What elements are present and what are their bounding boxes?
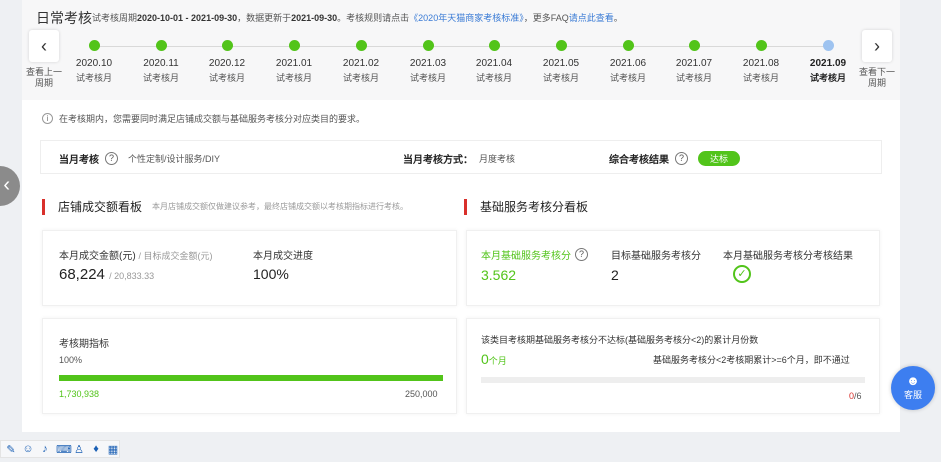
chevron-right-icon: › [874, 35, 880, 56]
period-indicator-label: 考核期指标 [59, 339, 109, 350]
timeline-month[interactable]: 2021.07 试考核月 [664, 40, 724, 84]
fail-count: 0个月 [481, 351, 507, 367]
timeline-month[interactable]: 2021.02 试考核月 [331, 40, 391, 84]
done-dot-icon [155, 40, 167, 51]
score-label: 本月基础服务考核分? [481, 247, 588, 262]
headset-icon: ☻ [906, 373, 920, 388]
page-title: 日常考核 [36, 10, 92, 26]
fail-rule-text: 基础服务考核分<2考核期累计>=6个月，即不通过 [653, 355, 850, 365]
timeline-month[interactable]: 2021.08 试考核月 [731, 40, 791, 84]
sales-monthly-card: 本月成交金额(元) / 目标成交金额(元) 68,224 / 20,833.33… [42, 230, 457, 306]
done-dot-icon [221, 40, 233, 51]
rules-link[interactable]: 《2020年天猫商家考核标准》 [409, 13, 524, 23]
period-target-value: 250,000 [405, 389, 438, 399]
customer-service-button[interactable]: ☻ 客服 [891, 366, 935, 410]
check-icon: ✓ [733, 265, 751, 283]
fail-fraction: 0/6 [849, 391, 862, 401]
status-badge: 达标 [698, 151, 741, 166]
period-info: 试考核周期2020-10-01 - 2021-09-30，数据更新于2021-0… [92, 13, 623, 23]
progress-label: 本月成交进度 [253, 251, 313, 262]
timeline-month-current[interactable]: 2021.09 试考核月 [798, 40, 858, 84]
notice: i 在考核期内，您需要同时满足店铺成交额与基础服务考核分对应类目的要求。 [42, 112, 365, 125]
done-dot-icon [422, 40, 434, 51]
sales-board-title: 店铺成交额看板 本月店铺成交额仅做建议参考，最终店铺成交额以考核期指标进行考核。 [42, 198, 408, 215]
timeline-month[interactable]: 2020.10 试考核月 [64, 40, 124, 84]
amount-value: 68,224 / 20,833.33 [59, 266, 155, 283]
overall-result: 综合考核结果 ? 达标 [609, 151, 741, 166]
faq-link[interactable]: 请点此查看 [569, 13, 614, 23]
timeline-month[interactable]: 2021.04 试考核月 [464, 40, 524, 84]
grid-icon[interactable]: ▦ [107, 443, 119, 456]
done-dot-icon [88, 40, 100, 51]
next-period-label[interactable]: 查看下一周期 [855, 67, 899, 89]
timeline-month[interactable]: 2020.12 试考核月 [197, 40, 257, 84]
assess-category: 当月考核 ? 个性定制/设计服务/DIY [59, 152, 221, 166]
score-value: 3.562 [481, 267, 517, 283]
target-score-label: 目标基础服务考核分 [611, 251, 701, 262]
service-board-title: 基础服务考核分看板 [464, 198, 588, 215]
fail-progress-bar [481, 377, 865, 383]
sales-period-card: 考核期指标 100% 1,730,938 250,000 [42, 318, 457, 414]
period-progress-bar [59, 375, 443, 381]
assess-method: 当月考核方式： 月度考核 [403, 154, 516, 166]
help-icon[interactable]: ? [575, 248, 588, 261]
timeline-header: 日常考核 试考核周期2020-10-01 - 2021-09-30，数据更新于2… [22, 0, 900, 100]
summary-bar: 当月考核 ? 个性定制/设计服务/DIY 当月考核方式： 月度考核 综合考核结果… [40, 140, 882, 174]
timeline-month[interactable]: 2021.03 试考核月 [398, 40, 458, 84]
done-dot-icon [488, 40, 500, 51]
prev-period-button[interactable]: ‹ [29, 30, 59, 62]
timeline-month[interactable]: 2021.05 试考核月 [531, 40, 591, 84]
input-mode-icon[interactable]: ✎ [5, 443, 17, 456]
done-dot-icon [555, 40, 567, 51]
user-icon[interactable]: ♙ [73, 443, 85, 456]
done-dot-icon [622, 40, 634, 51]
done-dot-icon [755, 40, 767, 51]
section-marker [464, 198, 467, 215]
chevron-left-icon: ‹ [3, 174, 10, 196]
skin-icon[interactable]: ♦ [90, 443, 102, 455]
current-dot-icon [822, 40, 834, 51]
assessment-panel: 日常考核 试考核周期2020-10-01 - 2021-09-30，数据更新于2… [22, 0, 900, 432]
service-period-card: 该类目考核期基础服务考核分不达标(基础服务考核分<2)的累计月份数 0个月 基础… [466, 318, 880, 414]
done-dot-icon [688, 40, 700, 51]
done-dot-icon [288, 40, 300, 51]
period-current-value: 1,730,938 [59, 389, 100, 399]
timeline-month[interactable]: 2021.06 试考核月 [598, 40, 658, 84]
section-marker [42, 198, 45, 215]
period-progress-fill [59, 375, 443, 381]
keyboard-icon[interactable]: ⌨ [56, 443, 72, 456]
period-percent: 100% [59, 355, 83, 365]
amount-label: 本月成交金额(元) / 目标成交金额(元) [59, 251, 213, 262]
emoji-icon[interactable]: ☺ [22, 443, 34, 455]
ime-toolbar: ✎ ☺ ♪ ⌨ ♙ ♦ ▦ [0, 440, 120, 458]
done-dot-icon [355, 40, 367, 51]
chevron-left-icon: ‹ [41, 35, 47, 56]
fail-count-label: 该类目考核期基础服务考核分不达标(基础服务考核分<2)的累计月份数 [481, 335, 759, 345]
prev-period-label[interactable]: 查看上一周期 [22, 67, 66, 89]
target-score-value: 2 [611, 267, 619, 283]
help-icon[interactable]: ? [675, 152, 688, 165]
timeline-month[interactable]: 2021.01 试考核月 [264, 40, 324, 84]
progress-value: 100% [253, 266, 289, 282]
info-icon: i [42, 113, 53, 124]
collapse-side-button[interactable]: ‹ [0, 166, 20, 206]
microphone-icon[interactable]: ♪ [39, 443, 51, 455]
next-period-button[interactable]: › [862, 30, 892, 62]
timeline-month[interactable]: 2020.11 试考核月 [131, 40, 191, 84]
service-monthly-card: 本月基础服务考核分? 3.562 目标基础服务考核分 2 本月基础服务考核分考核… [466, 230, 880, 306]
help-icon[interactable]: ? [105, 152, 118, 165]
score-result-label: 本月基础服务考核分考核结果 [723, 251, 853, 262]
